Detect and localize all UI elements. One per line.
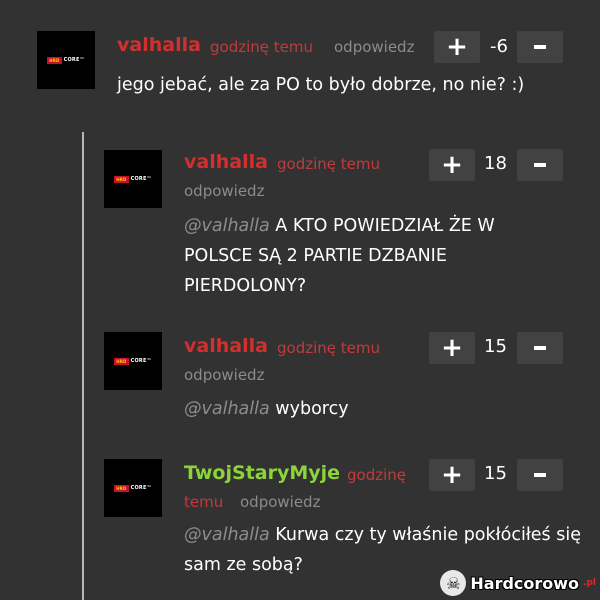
mention-link[interactable]: @valhalla [184,525,270,545]
watermark-suffix: .pl [583,578,596,588]
comments-page: HRD CORE™ valhalla godzinę temu odpowied… [0,0,600,600]
comment-author[interactable]: TwojStaryMyje [184,462,340,484]
avatar-logo-red: HRD [114,175,129,183]
skull-icon: ☠ [440,570,467,596]
avatar-logo: HRD CORE™ [114,357,152,365]
reply-link[interactable]: odpowiedz [184,182,264,200]
avatar-logo: HRD CORE™ [114,175,152,183]
minus-icon [534,346,546,350]
reply-link[interactable]: odpowiedz [184,366,264,384]
minus-icon [534,473,546,477]
watermark-text: Hardcorowo [470,573,580,593]
vote-score: 15 [484,463,507,484]
comment-text: jego jebać, ale za PO to było dobrze, no… [117,70,577,100]
watermark: ☠ Hardcorowo .pl [440,570,596,596]
mention-link[interactable]: @valhalla [184,399,270,419]
avatar[interactable]: HRD CORE™ [37,31,95,89]
reply-link[interactable]: odpowiedz [334,38,414,56]
thread-line [82,132,84,600]
comment-time: godzinę [347,466,406,484]
downvote-button[interactable] [517,332,563,364]
comment-time-cont: temu [184,493,224,511]
reply-link[interactable]: odpowiedz [240,493,320,511]
vote-score: 15 [484,336,507,357]
avatar[interactable]: HRD CORE™ [104,459,162,517]
avatar-logo-white: CORE™ [130,358,152,364]
vote-score: 18 [484,153,507,174]
upvote-button[interactable]: + [429,332,475,364]
comment-author[interactable]: valhalla [184,335,268,357]
avatar-logo-red: HRD [114,357,129,365]
avatar-logo: HRD CORE™ [114,484,152,492]
avatar-logo-white: CORE™ [130,176,152,182]
downvote-button[interactable] [517,459,563,491]
upvote-button[interactable]: + [434,31,480,63]
comment-body: wyborcy [275,399,349,419]
mention-link[interactable]: @valhalla [184,216,270,236]
downvote-button[interactable] [517,31,563,63]
comment-author[interactable]: valhalla [184,151,268,173]
comment-time: godzinę temu [210,38,313,56]
comment-text: @valhalla A KTO POWIEDZIAŁ ŻE W POLSCE S… [184,211,544,301]
avatar-logo-white: CORE™ [63,57,85,63]
comment-author[interactable]: valhalla [117,34,201,56]
comment-time: godzinę temu [277,339,380,357]
avatar[interactable]: HRD CORE™ [104,150,162,208]
avatar-logo-white: CORE™ [130,485,152,491]
comment-body: jego jebać, ale za PO to było dobrze, no… [117,75,525,95]
comment-text: @valhalla wyborcy [184,394,544,424]
downvote-button[interactable] [517,149,563,181]
avatar-logo: HRD CORE™ [47,56,85,64]
vote-score: -6 [490,36,508,57]
avatar[interactable]: HRD CORE™ [104,332,162,390]
comment-time: godzinę temu [277,155,380,173]
avatar-logo-red: HRD [47,56,62,64]
minus-icon [534,163,546,167]
minus-icon [534,45,546,49]
upvote-button[interactable]: + [429,459,475,491]
upvote-button[interactable]: + [429,149,475,181]
avatar-logo-red: HRD [114,484,129,492]
